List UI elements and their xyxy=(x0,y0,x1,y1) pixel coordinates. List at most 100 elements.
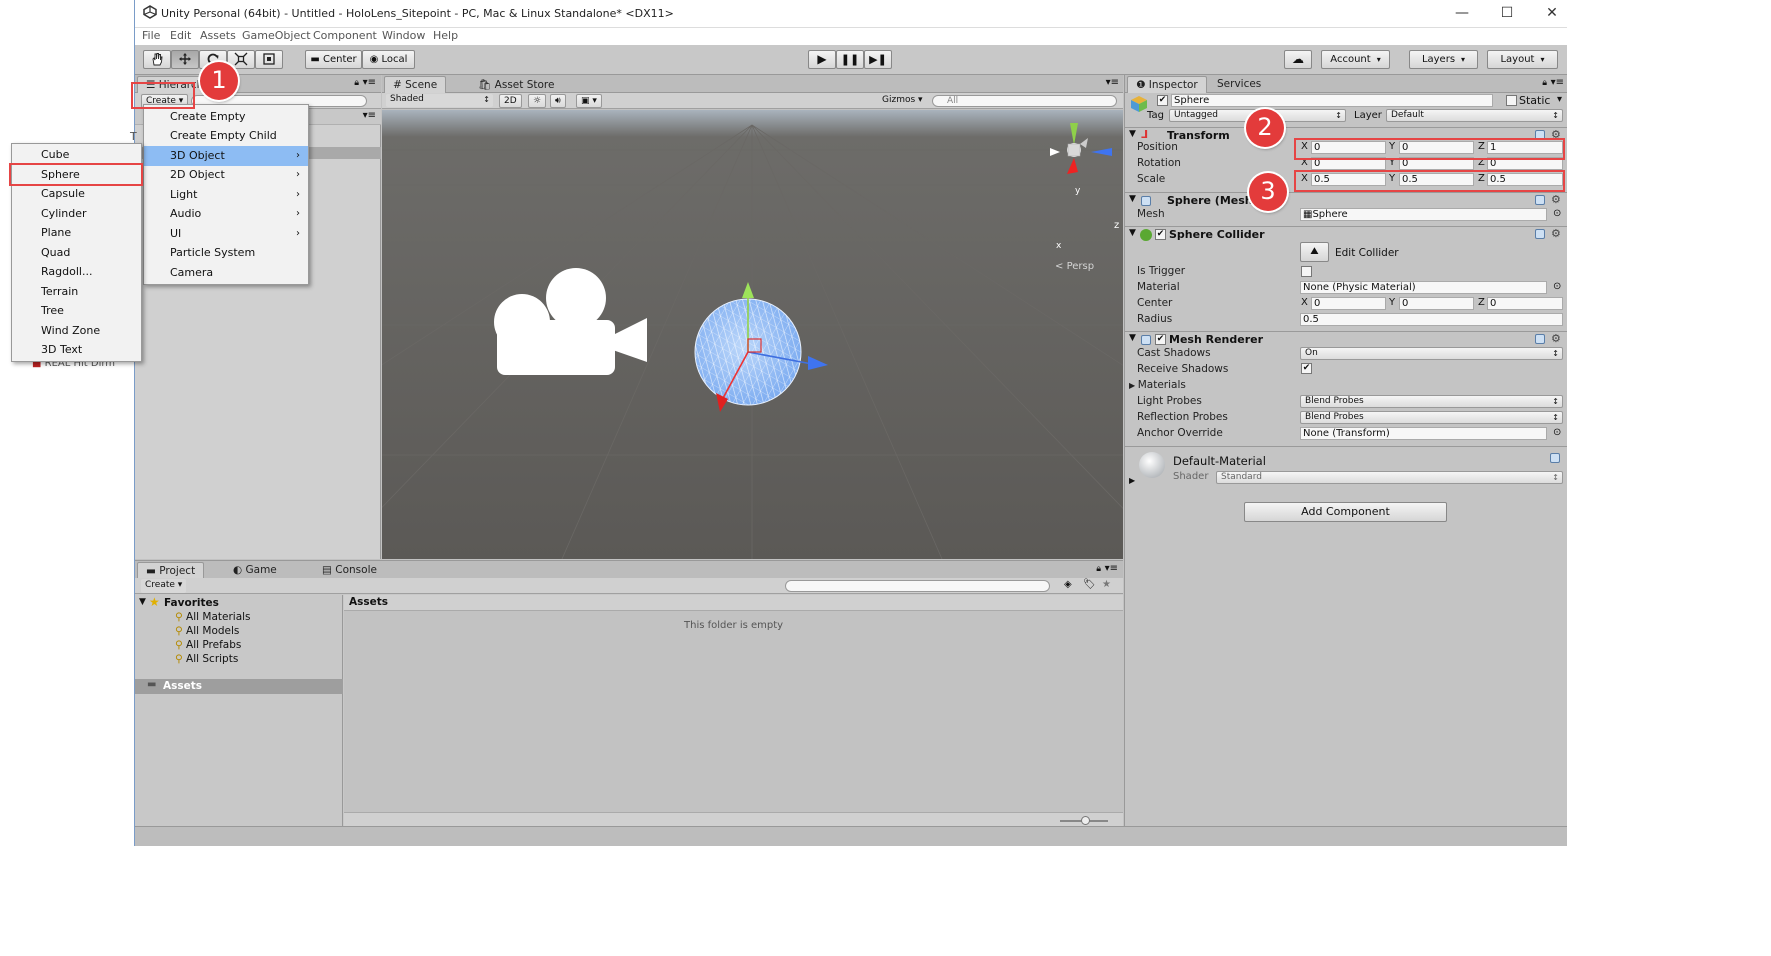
scene-effects-button[interactable]: ▣ ▾ xyxy=(576,94,602,108)
layout-dropdown[interactable]: Layout xyxy=(1487,50,1558,69)
menu-assets[interactable]: Assets xyxy=(200,29,236,42)
menu-item-ui[interactable]: UI › xyxy=(144,224,308,244)
scene-lighting-button[interactable]: ☼ xyxy=(528,94,547,108)
favorite-item[interactable]: ⚲ All Prefabs xyxy=(175,639,241,651)
assets-folder-row[interactable]: ▬ Assets xyxy=(135,679,343,694)
menu-edit[interactable]: Edit xyxy=(170,29,191,42)
submenu-item-cube[interactable]: Cube xyxy=(12,145,141,165)
is-trigger-checkbox[interactable] xyxy=(1301,266,1312,277)
menu-item-create-empty-child[interactable]: Create Empty Child xyxy=(144,126,308,146)
filter-type-icon[interactable]: ◈ xyxy=(1064,579,1072,590)
scene-search-input[interactable]: All xyxy=(932,95,1117,107)
reflection-probes-dropdown[interactable]: Blend Probes xyxy=(1300,411,1563,424)
material-picker-icon[interactable]: ⊙ xyxy=(1553,281,1561,292)
menu-item-particle-system[interactable]: Particle System xyxy=(144,243,308,263)
submenu-item-cylinder[interactable]: Cylinder xyxy=(12,204,141,224)
project-create-button[interactable]: Create ▾ xyxy=(141,579,187,593)
center-z-field[interactable]: 0 xyxy=(1487,297,1563,310)
play-button[interactable]: ▶ xyxy=(808,50,836,69)
filter-label-icon[interactable]: 🏷︎ xyxy=(1083,579,1096,590)
collider-material-field[interactable]: None (Physic Material) xyxy=(1300,281,1547,294)
rect-tool-button[interactable] xyxy=(255,50,283,69)
foldout-arrow-icon[interactable]: ▼ xyxy=(1129,129,1136,139)
radius-field[interactable]: 0.5 xyxy=(1300,313,1563,326)
mesh-filter-foldout-icon[interactable]: ▼ xyxy=(1129,194,1136,204)
collider-enabled-checkbox[interactable]: ✔ xyxy=(1155,229,1166,240)
anchor-override-field[interactable]: None (Transform) xyxy=(1300,427,1547,440)
menu-item-create-empty[interactable]: Create Empty xyxy=(144,107,308,127)
maximize-button[interactable]: ☐ xyxy=(1492,4,1522,22)
mesh-filter-help-icon[interactable] xyxy=(1535,195,1545,205)
lock-icon[interactable]: 🔒︎ xyxy=(354,78,359,88)
add-component-button[interactable]: Add Component xyxy=(1244,502,1447,522)
panel-menu-icon[interactable]: ▾≡ xyxy=(363,77,376,88)
tab-console[interactable]: ▤ Console xyxy=(314,562,385,579)
scene-audio-button[interactable]: 🔊︎ xyxy=(550,94,566,108)
light-probes-dropdown[interactable]: Blend Probes xyxy=(1300,395,1563,408)
mesh-field[interactable]: ▦Sphere xyxy=(1300,208,1547,221)
move-tool-button[interactable] xyxy=(171,50,199,69)
favorite-item[interactable]: ⚲ All Models xyxy=(175,625,239,637)
center-x-field[interactable]: 0 xyxy=(1311,297,1386,310)
favorites-foldout-icon[interactable]: ▼ xyxy=(139,597,146,607)
submenu-item-ragdoll[interactable]: Ragdoll... xyxy=(12,262,141,282)
inspector-menu-icon[interactable]: ▾≡ xyxy=(1551,77,1564,88)
submenu-item-tree[interactable]: Tree xyxy=(12,301,141,321)
center-y-field[interactable]: 0 xyxy=(1399,297,1474,310)
renderer-enabled-checkbox[interactable]: ✔ xyxy=(1155,334,1166,345)
submenu-item-plane[interactable]: Plane xyxy=(12,223,141,243)
scene-viewport[interactable] xyxy=(382,110,1123,559)
renderer-foldout-icon[interactable]: ▼ xyxy=(1129,333,1136,343)
close-button[interactable]: ✕ xyxy=(1537,4,1567,22)
tab-asset-store[interactable]: 🛍︎ Asset Store xyxy=(470,76,562,93)
tab-project[interactable]: ▬ Project xyxy=(137,562,205,579)
cast-shadows-dropdown[interactable]: On xyxy=(1300,347,1563,360)
menu-item-camera[interactable]: Camera xyxy=(144,263,308,283)
collider-foldout-icon[interactable]: ▼ xyxy=(1129,228,1136,238)
menu-item-3d-object[interactable]: 3D Object › xyxy=(144,146,308,166)
pause-button[interactable]: ❚❚ xyxy=(836,50,864,69)
tab-scene[interactable]: # Scene xyxy=(384,76,447,93)
assets-header[interactable]: Assets xyxy=(349,596,388,608)
menu-component[interactable]: Component xyxy=(313,29,377,42)
favorites-label[interactable]: Favorites xyxy=(164,597,219,609)
icon-size-slider-thumb[interactable] xyxy=(1081,816,1090,825)
menu-help[interactable]: Help xyxy=(433,29,458,42)
tab-game[interactable]: ◐ Game xyxy=(225,562,285,579)
project-menu-icon[interactable]: ▾≡ xyxy=(1105,563,1118,574)
step-button[interactable]: ▶❚ xyxy=(864,50,892,69)
layers-dropdown[interactable]: Layers xyxy=(1409,50,1478,69)
shader-dropdown[interactable]: Standard xyxy=(1216,471,1563,484)
renderer-gear-icon[interactable]: ⚙ xyxy=(1551,332,1561,345)
menu-gameobject[interactable]: GameObject xyxy=(242,29,311,42)
project-search-input[interactable] xyxy=(785,580,1050,592)
menu-file[interactable]: File xyxy=(142,29,160,42)
persp-label[interactable]: < Persp xyxy=(1055,261,1094,272)
tab-services[interactable]: Services xyxy=(1209,76,1269,93)
materials-foldout[interactable]: ▶ Materials xyxy=(1129,379,1186,391)
shading-dropdown[interactable]: Shaded xyxy=(386,94,493,107)
account-dropdown[interactable]: Account xyxy=(1321,50,1390,69)
menu-item-light[interactable]: Light › xyxy=(144,185,308,205)
object-active-checkbox[interactable]: ✔ xyxy=(1157,95,1168,106)
static-dropdown-icon[interactable]: ▾ xyxy=(1557,94,1562,105)
anchor-picker-icon[interactable]: ⊙ xyxy=(1553,427,1561,438)
gizmos-dropdown[interactable]: Gizmos ▾ xyxy=(882,95,923,105)
scene-panel-menu-icon[interactable]: ▾≡ xyxy=(1106,77,1119,88)
sphere-collider-header[interactable]: ▼ ✔ Sphere Collider ⚙ xyxy=(1125,226,1567,244)
collider-gear-icon[interactable]: ⚙ xyxy=(1551,227,1561,240)
submenu-item-wind-zone[interactable]: Wind Zone xyxy=(12,321,141,341)
minimize-button[interactable]: — xyxy=(1447,4,1477,22)
cloud-button[interactable]: ☁ xyxy=(1284,50,1312,69)
favorite-item[interactable]: ⚲ All Scripts xyxy=(175,653,238,665)
menu-item-audio[interactable]: Audio › xyxy=(144,204,308,224)
submenu-item-quad[interactable]: Quad xyxy=(12,243,141,263)
receive-shadows-checkbox[interactable]: ✔ xyxy=(1301,363,1312,374)
submenu-item-terrain[interactable]: Terrain xyxy=(12,282,141,302)
mesh-filter-gear-icon[interactable]: ⚙ xyxy=(1551,193,1561,206)
static-checkbox[interactable] xyxy=(1506,95,1517,106)
submenu-item-capsule[interactable]: Capsule xyxy=(12,184,141,204)
renderer-help-icon[interactable] xyxy=(1535,334,1545,344)
project-lock-icon[interactable]: 🔒︎ xyxy=(1096,564,1101,574)
tab-inspector[interactable]: ❶ Inspector xyxy=(1127,76,1207,93)
